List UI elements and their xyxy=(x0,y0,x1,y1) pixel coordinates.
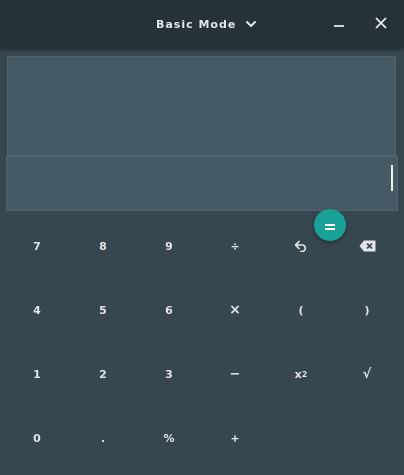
undo-icon xyxy=(294,240,308,252)
key-sqrt[interactable]: √ xyxy=(334,342,400,406)
key-close-paren[interactable]: ) xyxy=(334,278,400,342)
equals-button[interactable] xyxy=(314,209,346,241)
close-icon xyxy=(374,15,388,34)
entry-input[interactable] xyxy=(7,157,397,210)
mode-label: Basic Mode xyxy=(156,17,237,31)
key-9[interactable]: 9 xyxy=(136,214,202,278)
close-button[interactable] xyxy=(369,12,393,36)
square-base: x xyxy=(294,367,302,381)
key-0[interactable]: 0 xyxy=(4,406,70,470)
key-6[interactable]: 6 xyxy=(136,278,202,342)
mode-switch-button[interactable]: Basic Mode xyxy=(156,12,257,36)
titlebar: Basic Mode xyxy=(0,0,404,48)
key-multiply[interactable]: × xyxy=(202,278,268,342)
key-square[interactable]: x2 xyxy=(268,342,334,406)
equals-icon xyxy=(324,216,336,235)
key-8[interactable]: 8 xyxy=(70,214,136,278)
key-minus[interactable]: − xyxy=(202,342,268,406)
key-percent[interactable]: % xyxy=(136,406,202,470)
minimize-icon xyxy=(332,15,346,34)
backspace-icon xyxy=(359,240,376,252)
square-exponent: 2 xyxy=(301,369,308,379)
key-2[interactable]: 2 xyxy=(70,342,136,406)
key-4[interactable]: 4 xyxy=(4,278,70,342)
keypad: 7 8 9 ÷ 4 5 6 × ( ) 1 2 3 − x 2 √ 0 . % … xyxy=(4,214,400,470)
key-3[interactable]: 3 xyxy=(136,342,202,406)
key-divide[interactable]: ÷ xyxy=(202,214,268,278)
key-1[interactable]: 1 xyxy=(4,342,70,406)
calculator-window: Basic Mode 7 8 9 ÷ 4 5 6 × () 1 2 3 − x… xyxy=(0,0,404,475)
chevron-down-icon xyxy=(245,18,257,30)
key-7[interactable]: 7 xyxy=(4,214,70,278)
key-plus[interactable]: + xyxy=(202,406,268,470)
key-5[interactable]: 5 xyxy=(70,278,136,342)
minimize-button[interactable] xyxy=(327,12,351,36)
key-open-paren[interactable]: ( xyxy=(268,278,334,342)
text-cursor xyxy=(391,165,393,191)
entry-display[interactable] xyxy=(6,156,398,211)
key-point[interactable]: . xyxy=(70,406,136,470)
history-display xyxy=(7,56,396,156)
